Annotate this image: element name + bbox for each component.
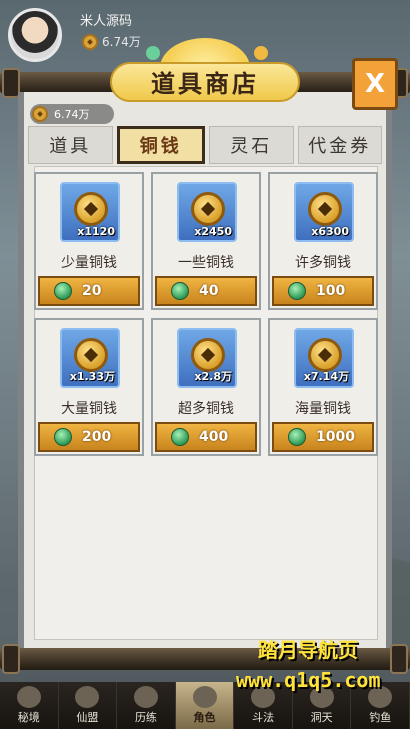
jade-gem-icon xyxy=(146,46,160,60)
shop-item-card[interactable]: x2.8万 超多铜钱 400 xyxy=(151,318,261,456)
alliance-icon xyxy=(75,686,100,708)
item-quantity: x2450 xyxy=(194,225,232,238)
shop-item-card[interactable]: x7.14万 海量铜钱 1000 xyxy=(268,318,378,456)
item-name: 海量铜钱 xyxy=(295,401,351,417)
copper-coin-icon xyxy=(191,338,225,372)
item-name: 大量铜钱 xyxy=(61,401,117,417)
tab-vouchers[interactable]: 代金券 xyxy=(297,126,382,164)
shop-item-card[interactable]: x1.33万 大量铜钱 200 xyxy=(34,318,144,456)
close-button[interactable]: X xyxy=(352,58,398,110)
secret-realm-icon xyxy=(16,686,41,708)
shop-item-card[interactable]: x2450 一些铜钱 40 xyxy=(151,172,261,310)
item-price: 20 xyxy=(82,283,102,299)
shop-item-grid: x1120 少量铜钱 20 x2450 一些铜钱 40 x6300 许多铜钱 1… xyxy=(34,172,378,456)
item-quantity: x1120 xyxy=(77,225,115,238)
item-icon-box: x1120 xyxy=(60,182,120,242)
watermark-title: 踏月导航页 xyxy=(258,638,358,662)
tab-copper-coins[interactable]: 铜钱 xyxy=(116,126,205,164)
avatar[interactable] xyxy=(8,8,62,62)
rod-cap-left xyxy=(2,644,20,674)
buy-button[interactable]: 400 xyxy=(155,422,257,452)
nav-label: 钓鱼 xyxy=(369,711,392,724)
nav-label: 仙盟 xyxy=(76,711,99,724)
jade-icon xyxy=(54,428,72,446)
copper-coin-icon xyxy=(74,338,108,372)
item-quantity: x1.33万 xyxy=(69,370,115,383)
item-icon-box: x7.14万 xyxy=(294,328,354,388)
character-icon xyxy=(192,686,217,708)
item-price: 200 xyxy=(82,429,112,445)
buy-button[interactable]: 40 xyxy=(155,276,257,306)
close-icon: X xyxy=(364,69,386,99)
jade-icon xyxy=(54,282,72,300)
copper-coin-icon xyxy=(74,192,108,226)
buy-button[interactable]: 200 xyxy=(38,422,140,452)
nav-label: 历练 xyxy=(134,711,157,724)
item-icon-box: x6300 xyxy=(294,182,354,242)
nav-secret-realm[interactable]: 秘境 xyxy=(0,682,59,729)
jade-icon xyxy=(288,428,306,446)
shop-item-card[interactable]: x6300 许多铜钱 100 xyxy=(268,172,378,310)
nav-alliance[interactable]: 仙盟 xyxy=(59,682,118,729)
item-name: 少量铜钱 xyxy=(61,255,117,271)
jade-icon xyxy=(171,428,189,446)
item-icon-box: x2.8万 xyxy=(177,328,237,388)
item-quantity: x6300 xyxy=(311,225,349,238)
copper-coin-icon xyxy=(32,106,48,122)
watermark-url: www.q1q5.com xyxy=(236,668,381,692)
nav-training[interactable]: 历练 xyxy=(117,682,176,729)
item-icon-box: x1.33万 xyxy=(60,328,120,388)
item-price: 400 xyxy=(199,429,229,445)
nav-label: 秘境 xyxy=(17,711,40,724)
buy-button[interactable]: 20 xyxy=(38,276,140,306)
copper-coin-icon xyxy=(191,192,225,226)
item-quantity: x7.14万 xyxy=(303,370,349,383)
buy-button[interactable]: 1000 xyxy=(272,422,374,452)
copper-coin-icon xyxy=(308,192,342,226)
buy-button[interactable]: 100 xyxy=(272,276,374,306)
jade-icon xyxy=(171,282,189,300)
jade-icon xyxy=(288,282,306,300)
item-name: 超多铜钱 xyxy=(178,401,234,417)
nav-label: 角色 xyxy=(193,711,216,724)
item-quantity: x2.8万 xyxy=(194,370,232,383)
tab-spirit-stones[interactable]: 灵石 xyxy=(209,126,294,164)
nav-label: 洞天 xyxy=(310,711,333,724)
item-name: 一些铜钱 xyxy=(178,255,234,271)
rod-cap-right xyxy=(390,644,408,674)
player-name: 米人源码 xyxy=(80,14,133,29)
shop-title: 道具商店 xyxy=(151,69,259,98)
item-name: 许多铜钱 xyxy=(295,255,351,271)
nav-character[interactable]: 角色 xyxy=(175,682,235,729)
tab-items[interactable]: 道具 xyxy=(28,126,113,164)
training-icon xyxy=(133,686,158,708)
item-price: 1000 xyxy=(316,429,355,445)
copper-coin-icon xyxy=(82,33,98,50)
shop-tabs: 道具 铜钱 灵石 代金券 xyxy=(28,126,382,166)
item-icon-box: x2450 xyxy=(177,182,237,242)
nav-label: 斗法 xyxy=(252,711,275,724)
copper-coin-icon xyxy=(308,338,342,372)
coin-balance: 6.74万 xyxy=(30,104,114,124)
gold-gem-icon xyxy=(254,46,268,60)
shop-item-card[interactable]: x1120 少量铜钱 20 xyxy=(34,172,144,310)
shop-title-banner: 道具商店 xyxy=(110,38,300,108)
item-price: 40 xyxy=(199,283,219,299)
item-price: 100 xyxy=(316,283,346,299)
coin-balance-value: 6.74万 xyxy=(54,108,90,121)
